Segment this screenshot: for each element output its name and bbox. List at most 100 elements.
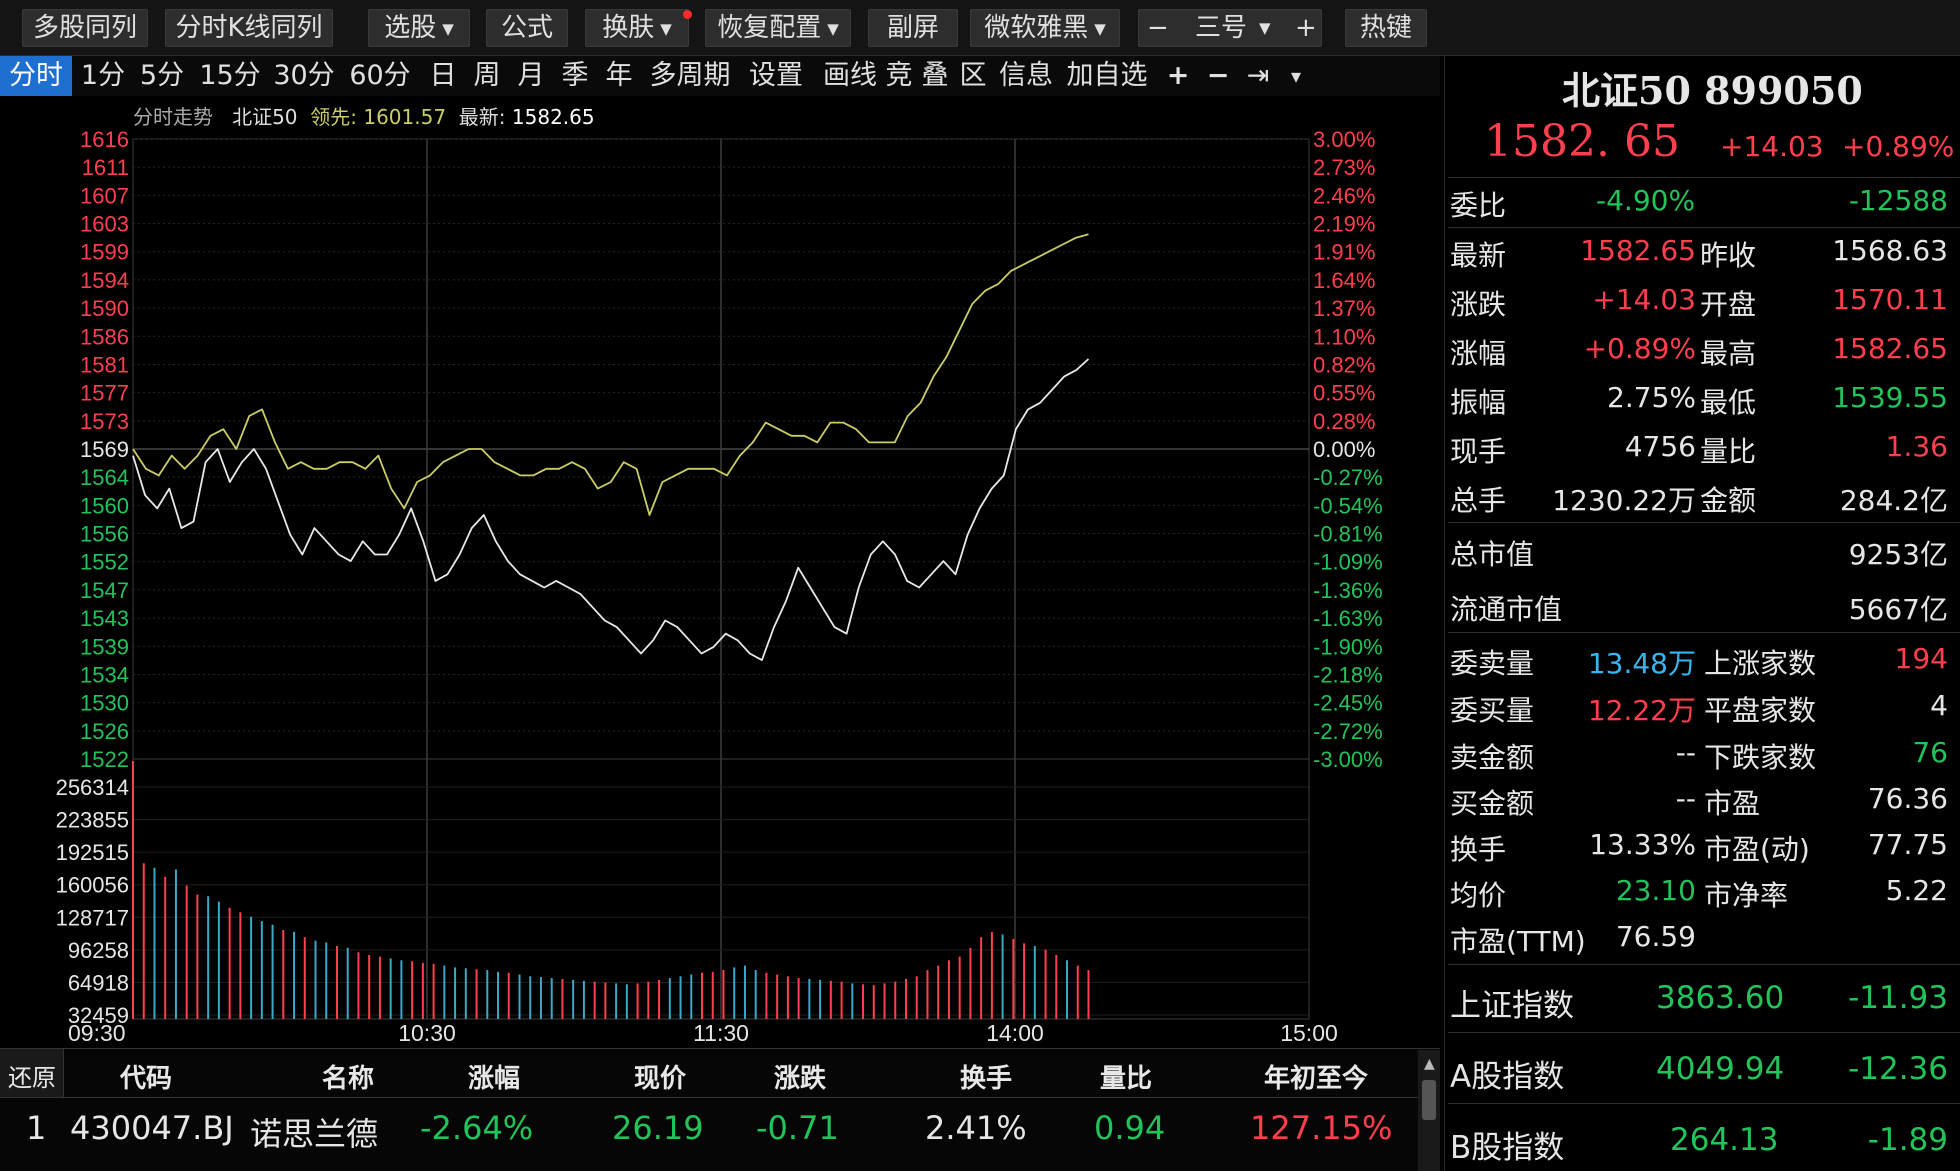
tab-multi-period[interactable]: 多周期 [644,56,736,96]
col-pct-header[interactable]: 涨幅 [468,1058,520,1095]
lead-value: 1601.57 [363,105,447,129]
draw-line-button[interactable]: 画线 [818,56,882,96]
price-tick-label: 1607 [80,183,129,208]
price-tick-label: 1539 [80,634,129,659]
font-family-dropdown[interactable]: 微软雅黑 ▼ [970,9,1120,47]
price-tick-label: 1522 [80,747,129,772]
price-tick-label: 1556 [80,522,129,547]
multi-stock-column-button[interactable]: 多股同列 [22,9,148,47]
price-tick-label: 1599 [80,240,129,265]
stock-screen-dropdown[interactable]: 选股 ▼ [368,9,470,47]
pct-tick-label: 2.19% [1313,212,1375,237]
restore-config-dropdown[interactable]: 恢复配置 ▼ [705,9,851,47]
quote-change: +14.03 [1720,130,1824,163]
quote-title: 北证50 899050 [1562,68,1863,113]
top-toolbar: 多股同列 分时K线同列 选股 ▼ 公式 换肤 ▼ 恢复配置 ▼ 副屏 微软雅黑 ▼ − … [0,0,1960,56]
price-tick-label: 1569 [80,437,129,462]
pct-tick-label: 0.00% [1313,437,1375,462]
row-name: 诺思兰德 [250,1115,379,1153]
pct-tick-label: 3.00% [1313,127,1375,152]
stat-label: 委买量 [1450,694,1535,727]
stat-value: 2.75% [1607,381,1696,414]
stat-label: 买金额 [1450,787,1535,820]
info-button[interactable]: 信息 [994,56,1058,96]
volume-tick-label: 192515 [56,840,129,865]
intraday-kline-column-button[interactable]: 分时K线同列 [165,9,333,47]
stat-label-2: 市盈 [1704,787,1761,820]
col-price-header[interactable]: 现价 [634,1058,686,1095]
col-volratio-header[interactable]: 量比 [1100,1058,1152,1095]
table-scrollbar[interactable]: ▲ [1418,1050,1440,1171]
overlay-button[interactable]: 叠 [918,56,952,96]
tab-week[interactable]: 周 [468,56,506,96]
stat-label: 均价 [1450,879,1507,912]
divider [1448,177,1960,178]
range-button[interactable]: 区 [956,56,990,96]
row-turnover: 2.41% [925,1109,1027,1147]
stat-value-2: 77.75 [1867,828,1948,861]
chevron-down-icon[interactable]: ▼ [1259,10,1271,46]
jump-to-end-icon[interactable]: ⇥ [1240,56,1276,96]
skin-dropdown[interactable]: 换肤 ▼ [585,9,689,47]
stat-value-2: -12588 [1848,184,1948,217]
font-size-increase-button[interactable]: + [1295,10,1317,46]
stat-value-2: 1570.11 [1832,283,1948,316]
stat-value-2: 76.36 [1867,782,1948,815]
stat-label-2: 市净率 [1704,879,1789,912]
more-dropdown-icon[interactable]: ▾ [1280,56,1312,96]
volume-tick-label: 64918 [68,970,129,995]
period-tab-bar: 分时 1分 5分 15分 30分 60分 日 周 月 季 年 多周期 设置 画线… [0,56,1440,96]
tab-season[interactable]: 季 [556,56,594,96]
font-size-label[interactable]: 三号 [1195,10,1247,46]
add-watchlist-button[interactable]: 加自选 [1062,56,1152,96]
scroll-up-icon[interactable]: ▲ [1424,1056,1435,1072]
formula-button[interactable]: 公式 [486,9,568,47]
tab-intraday[interactable]: 分时 [0,56,72,96]
chevron-down-icon: ▼ [660,19,672,38]
secondary-screen-button[interactable]: 副屏 [868,9,958,47]
price-tick-label: 1560 [80,493,129,518]
col-code-header[interactable]: 代码 [120,1058,172,1095]
stat-label-2: 量比 [1700,435,1757,468]
zoom-out-icon[interactable]: − [1200,56,1236,96]
time-tick-label: 15:00 [1280,1020,1338,1046]
stat-value-2: 1.36 [1885,430,1948,463]
hotkey-button[interactable]: 热键 [1345,9,1427,47]
latest-label: 最新: [458,105,506,129]
col-name-header[interactable]: 名称 [322,1058,374,1095]
stat-value-2: 1568.63 [1832,234,1948,267]
lead-label: 领先: [310,105,357,129]
stat-value-2: 4 [1930,689,1948,722]
settings-button[interactable]: 设置 [744,56,808,96]
tab-day[interactable]: 日 [424,56,462,96]
zoom-in-icon[interactable]: + [1160,56,1196,96]
scroll-thumb[interactable] [1422,1080,1436,1120]
index-value: 4049.94 [1656,1051,1785,1087]
tab-60min[interactable]: 60分 [346,56,414,96]
tab-month[interactable]: 月 [512,56,550,96]
auction-button[interactable]: 竞 [884,56,914,96]
pct-tick-label: 1.37% [1313,296,1375,321]
stat-label-2: 最低 [1700,386,1757,419]
price-tick-label: 1590 [80,296,129,321]
stat-label-2: 昨收 [1700,239,1757,272]
latest-value: 1582.65 [511,105,595,129]
notification-dot-icon [683,10,692,19]
font-size-decrease-button[interactable]: − [1147,10,1169,46]
stat-label-2: 金额 [1700,484,1757,517]
col-ytd-header[interactable]: 年初至今 [1264,1058,1368,1095]
intraday-chart[interactable]: 1616 3.00% 1611 2.73% 1607 2.46% 1603 2.19% 1599… [0,96,1440,1048]
stat-label: 市盈(TTM) [1450,925,1586,958]
col-turnover-header[interactable]: 换手 [960,1058,1012,1095]
tab-year[interactable]: 年 [600,56,638,96]
total-cap-label: 总市值 [1450,538,1535,571]
tab-30min[interactable]: 30分 [270,56,338,96]
price-tick-label: 1586 [80,324,129,349]
pct-tick-label: -2.45% [1313,691,1383,716]
tab-1min[interactable]: 1分 [76,56,130,96]
tab-5min[interactable]: 5分 [134,56,190,96]
price-tick-label: 1603 [80,212,129,237]
pct-tick-label: 1.10% [1313,324,1375,349]
col-change-header[interactable]: 涨跌 [774,1058,826,1095]
tab-15min[interactable]: 15分 [196,56,264,96]
